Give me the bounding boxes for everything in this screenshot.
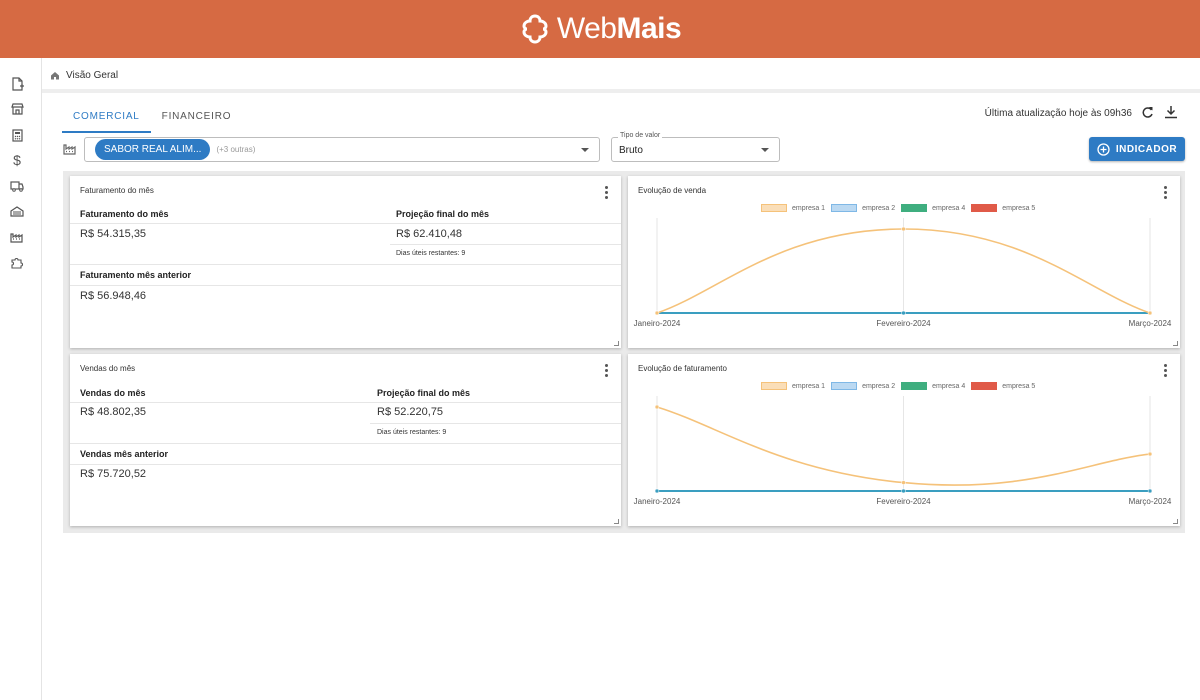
data-point [654,488,660,494]
x-tick-label: Fevereiro-2024 [876,497,931,506]
webmais-logo-icon [522,14,548,44]
last-update-text: Última atualização hoje às 09h36 [984,108,1132,119]
faturamento-value: R$ 54.315,35 [80,228,147,240]
chevron-down-icon[interactable] [581,148,589,152]
data-point [901,310,906,316]
x-tick-label: Janeiro-2024 [634,319,681,328]
logo[interactable]: WebMais [519,12,682,46]
vendas-card: Vendas do mês Vendas do mês Projeção fin… [70,354,621,526]
divider [370,423,621,424]
resize-handle[interactable] [614,519,619,524]
projection-label: Projeção final do mês [377,388,471,398]
divider [70,402,621,403]
resize-handle[interactable] [1173,341,1178,346]
tab-comercial[interactable]: COMERCIAL [62,104,151,133]
company-more-count: (+3 outras) [216,145,256,154]
previous-month-value: R$ 75.720,52 [80,468,147,480]
resize-handle[interactable] [1173,519,1178,524]
x-tick-label: Março-2024 [1129,319,1172,328]
more-options-icon[interactable] [605,186,608,201]
x-tick-label: Janeiro-2024 [634,497,681,506]
breadcrumb-label[interactable]: Visão Geral [66,70,118,81]
data-point [1147,451,1153,457]
chevron-down-icon[interactable] [761,148,769,152]
dollar-icon[interactable]: $ [10,152,24,168]
sales-evolution-card: Evolução de venda empresa 1 empresa 2 em… [628,176,1180,348]
data-point [901,488,906,494]
company-filter-icon [63,142,77,156]
divider [70,223,621,224]
previous-month-label: Vendas mês anterior [80,449,169,459]
breadcrumb-divider [42,89,1200,93]
company-select[interactable]: SABOR REAL ALIM... (+3 outras) [84,137,600,162]
card-title: Faturamento do mês [80,186,154,195]
days-left-text: Dias úteis restantes: 9 [377,429,447,436]
tab-bar: COMERCIAL FINANCEIRO [62,104,242,133]
store-icon[interactable] [10,102,24,116]
projection-label: Projeção final do mês [396,209,490,219]
company-chip[interactable]: SABOR REAL ALIM... [95,139,211,160]
billing-evolution-card: Evolução de faturamento empresa 1 empres… [628,354,1180,526]
billing-evolution-chart: Janeiro-2024 Fevereiro-2024 Março-2024 [634,396,1172,506]
divider [70,464,621,465]
vendas-value: R$ 48.802,35 [80,406,147,418]
previous-month-label: Faturamento mês anterior [80,270,192,280]
days-left-text: Dias úteis restantes: 9 [396,250,466,257]
data-point [654,310,660,316]
breadcrumb: Visão Geral [50,70,118,81]
divider [70,285,621,286]
resize-handle[interactable] [614,341,619,346]
value-type-value: Bruto [619,145,643,156]
projection-value: R$ 52.220,75 [377,406,444,418]
tab-financeiro[interactable]: FINANCEIRO [151,104,243,133]
puzzle-icon[interactable] [10,255,24,269]
divider [70,443,621,444]
divider [390,244,621,245]
refresh-icon[interactable] [1138,103,1156,121]
logo-text: WebMais [556,12,682,45]
data-point [1147,310,1153,316]
plus-circle-icon [1097,142,1110,156]
factory-icon[interactable] [10,230,24,244]
sales-evolution-chart: Janeiro-2024 Fevereiro-2024 Março-2024 [634,218,1172,328]
x-tick-label: Março-2024 [1129,497,1172,506]
vendas-label: Vendas do mês [80,388,146,398]
value-type-label: Tipo de valor [618,132,663,139]
card-title: Vendas do mês [80,364,136,373]
truck-icon[interactable] [10,179,24,193]
divider [70,264,621,265]
download-icon[interactable] [1162,103,1180,121]
more-options-icon[interactable] [605,364,608,379]
faturamento-card: Faturamento do mês Faturamento do mês Pr… [70,176,621,348]
faturamento-label: Faturamento do mês [80,209,169,219]
projection-value: R$ 62.410,48 [396,228,463,240]
data-point [901,226,906,232]
top-bar: WebMais [0,0,1200,58]
data-point [654,404,660,410]
home-icon[interactable] [50,71,60,80]
add-indicator-button[interactable]: INDICADOR [1089,137,1185,161]
add-indicator-label: INDICADOR [1115,143,1178,155]
calculator-icon[interactable] [10,128,24,142]
garage-icon[interactable] [10,204,24,218]
data-point [901,480,906,485]
value-type-select[interactable]: Tipo de valor Bruto [611,132,780,162]
previous-month-value: R$ 56.948,46 [80,290,147,302]
data-point [1147,488,1153,494]
sidebar: $ [0,58,42,700]
new-document-icon[interactable] [10,77,24,91]
x-tick-label: Fevereiro-2024 [876,319,931,328]
